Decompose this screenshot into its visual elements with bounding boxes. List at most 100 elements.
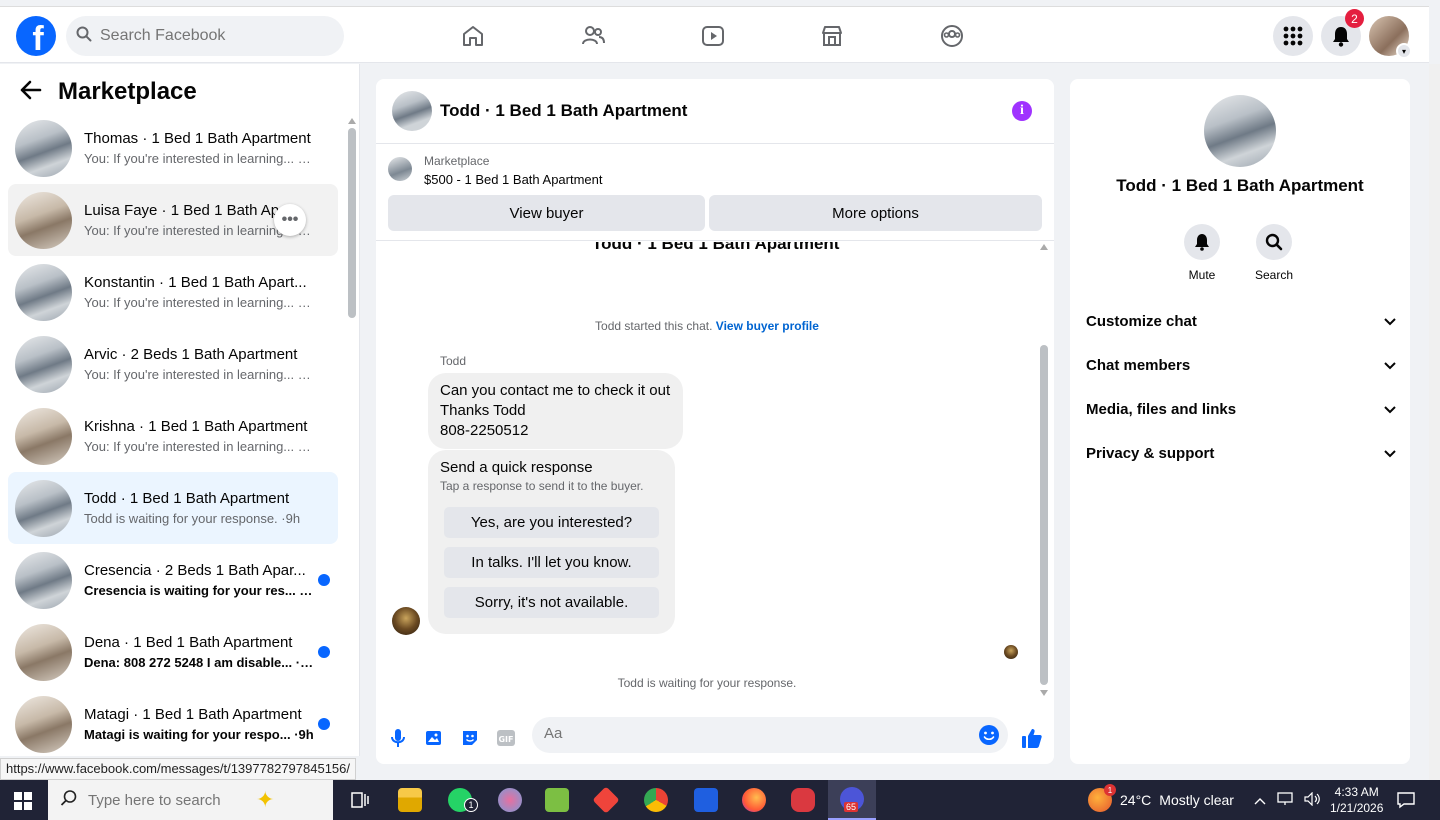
clock-time: 4:33 AM <box>1334 785 1379 799</box>
weather-widget[interactable]: 1 24°C Mostly clear <box>1088 780 1234 820</box>
conversation-item[interactable]: Konstantin · 1 Bed 1 Bath Apart... You: … <box>8 256 338 328</box>
taskbar: ✦ 1 65 1 24°C Mostly clear 4:33 AM <box>0 780 1440 820</box>
taskbar-search[interactable]: ✦ <box>48 780 333 820</box>
sidebar-scrollbar[interactable] <box>347 116 357 756</box>
microphone-icon[interactable] <box>386 726 410 750</box>
file-explorer-icon[interactable] <box>386 780 434 820</box>
more-options-button[interactable]: ••• <box>274 204 306 236</box>
top-bar: f 2 ▾ <box>0 6 1429 63</box>
quick-response-subtitle: Tap a response to send it to the buyer. <box>440 479 644 493</box>
chat-thumbnail[interactable] <box>392 91 432 131</box>
conversation-item[interactable]: Thomas · 1 Bed 1 Bath Apartment You: If … <box>8 112 338 184</box>
volume-icon[interactable] <box>1304 791 1322 809</box>
quick-reply-button[interactable]: Yes, are you interested? <box>444 507 659 538</box>
conversation-name: Cresencia · 2 Beds 1 Bath Apar... <box>84 562 306 579</box>
chevron-up-icon[interactable] <box>1254 792 1266 808</box>
clock[interactable]: 4:33 AM 1/21/2026 <box>1330 780 1383 820</box>
search-chat-button[interactable]: Search <box>1244 224 1304 282</box>
chat-members-section[interactable]: Chat members <box>1086 351 1396 379</box>
search-box[interactable] <box>66 16 344 56</box>
details-thumbnail[interactable] <box>1204 95 1276 167</box>
customize-chat-section[interactable]: Customize chat <box>1086 307 1396 335</box>
notifications-button[interactable]: 2 <box>1321 9 1364 56</box>
thumbs-up-icon[interactable] <box>1020 726 1044 750</box>
profile-avatar[interactable]: ▾ <box>1369 16 1412 59</box>
conversation-name: Thomas · 1 Bed 1 Bath Apartment <box>84 130 311 147</box>
conversation-item[interactable]: Luisa Faye · 1 Bed 1 Bath Apa... You: If… <box>8 184 338 256</box>
conversation-snippet: You: If you're interested in learning...… <box>84 367 314 382</box>
anydesk-icon[interactable] <box>582 780 630 820</box>
page-scrollbar[interactable] <box>1429 64 1440 780</box>
media-files-links-section[interactable]: Media, files and links <box>1086 395 1396 423</box>
sparkle-icon: ✦ <box>256 787 275 812</box>
waiting-notice: Todd is waiting for your response. <box>617 676 797 690</box>
scrollbar-thumb[interactable] <box>1040 345 1048 685</box>
message-field[interactable] <box>532 717 1008 753</box>
browser-b-icon[interactable] <box>682 780 730 820</box>
message-bubble[interactable]: Can you contact me to check it out Thank… <box>428 373 683 449</box>
expressvpn-icon[interactable] <box>779 780 827 820</box>
scrollbar-thumb[interactable] <box>348 128 356 318</box>
sticker-icon[interactable] <box>458 726 482 750</box>
firefox-icon[interactable] <box>730 780 778 820</box>
view-buyer-profile-link[interactable]: View buyer profile <box>716 319 819 333</box>
quick-reply-button[interactable]: Sorry, it's not available. <box>444 587 659 618</box>
mute-button[interactable]: Mute <box>1172 224 1232 282</box>
back-arrow-icon[interactable] <box>20 80 42 105</box>
spreadsheet-app-icon[interactable] <box>533 780 581 820</box>
conversation-snippet: You: If you're interested in learning...… <box>84 295 314 310</box>
video-icon[interactable] <box>696 19 730 53</box>
message-input[interactable] <box>544 725 964 742</box>
conversation-item[interactable]: Dena · 1 Bed 1 Bath Apartment Dena: 808 … <box>8 616 338 688</box>
friends-icon[interactable] <box>576 19 610 53</box>
clock-date: 1/21/2026 <box>1330 801 1384 815</box>
chat-scrollbar[interactable] <box>1038 242 1050 702</box>
privacy-support-section[interactable]: Privacy & support <box>1086 439 1396 467</box>
task-view-icon[interactable] <box>336 780 384 820</box>
grid-icon <box>1283 26 1303 46</box>
scroll-up-arrow-icon[interactable] <box>348 118 356 124</box>
conversation-snippet: Dena: 808 272 5248 I am disable... ·9h <box>84 655 314 670</box>
quick-reply-button[interactable]: In talks. I'll let you know. <box>444 547 659 578</box>
search-input[interactable] <box>100 27 320 45</box>
taskbar-search-input[interactable] <box>88 791 268 809</box>
conversation-sidebar: Marketplace Thomas · 1 Bed 1 Bath Apartm… <box>0 64 360 756</box>
listing-card: Marketplace $500 - 1 Bed 1 Bath Apartmen… <box>376 145 1054 241</box>
listing-source: Marketplace <box>424 154 490 168</box>
conversation-item[interactable]: Matagi · 1 Bed 1 Bath Apartment Matagi i… <box>8 688 338 756</box>
sender-avatar[interactable] <box>392 607 420 635</box>
view-buyer-button[interactable]: View buyer <box>388 195 705 231</box>
chat-details-panel: Todd · 1 Bed 1 Bath Apartment Mute Searc… <box>1070 79 1410 764</box>
marketplace-icon[interactable] <box>815 19 849 53</box>
windows-start-icon[interactable] <box>14 792 32 810</box>
chevron-down-icon <box>1384 357 1396 374</box>
info-icon[interactable]: i <box>1012 101 1032 121</box>
groups-icon[interactable] <box>935 19 969 53</box>
photo-icon[interactable] <box>422 726 446 750</box>
whatsapp-icon[interactable]: 1 <box>436 780 484 820</box>
weather-text: Mostly clear <box>1159 792 1234 808</box>
chrome-icon[interactable] <box>632 780 680 820</box>
details-name: Todd · 1 Bed 1 Bath Apartment <box>1116 176 1364 195</box>
vpn-app-icon[interactable]: 65 <box>828 780 876 820</box>
listing-thumbnail <box>15 335 72 393</box>
emoji-icon[interactable] <box>978 724 1000 751</box>
conversation-item[interactable]: Krishna · 1 Bed 1 Bath Apartment You: If… <box>8 400 338 472</box>
home-icon[interactable] <box>456 19 490 53</box>
system-tray <box>1254 780 1322 820</box>
menu-grid-button[interactable] <box>1273 16 1313 56</box>
paint-icon[interactable] <box>486 780 534 820</box>
conversation-item[interactable]: Arvic · 2 Beds 1 Bath Apartment You: If … <box>8 328 338 400</box>
scroll-down-arrow-icon[interactable] <box>1040 690 1048 696</box>
chat-title[interactable]: Todd · 1 Bed 1 Bath Apartment <box>440 101 687 121</box>
more-options-button[interactable]: More options <box>709 195 1042 231</box>
network-icon[interactable] <box>1276 791 1294 809</box>
gif-icon[interactable]: GIF <box>494 726 518 750</box>
conversation-item-active[interactable]: Todd · 1 Bed 1 Bath Apartment Todd is wa… <box>8 472 338 544</box>
notification-center-icon[interactable] <box>1396 780 1416 820</box>
conversation-item[interactable]: Cresencia · 2 Beds 1 Bath Apar... Cresen… <box>8 544 338 616</box>
unread-dot <box>318 646 330 658</box>
status-bar-url: https://www.facebook.com/messages/t/1397… <box>0 758 356 780</box>
facebook-logo-icon[interactable]: f <box>16 16 56 56</box>
scroll-up-arrow-icon[interactable] <box>1040 244 1048 250</box>
